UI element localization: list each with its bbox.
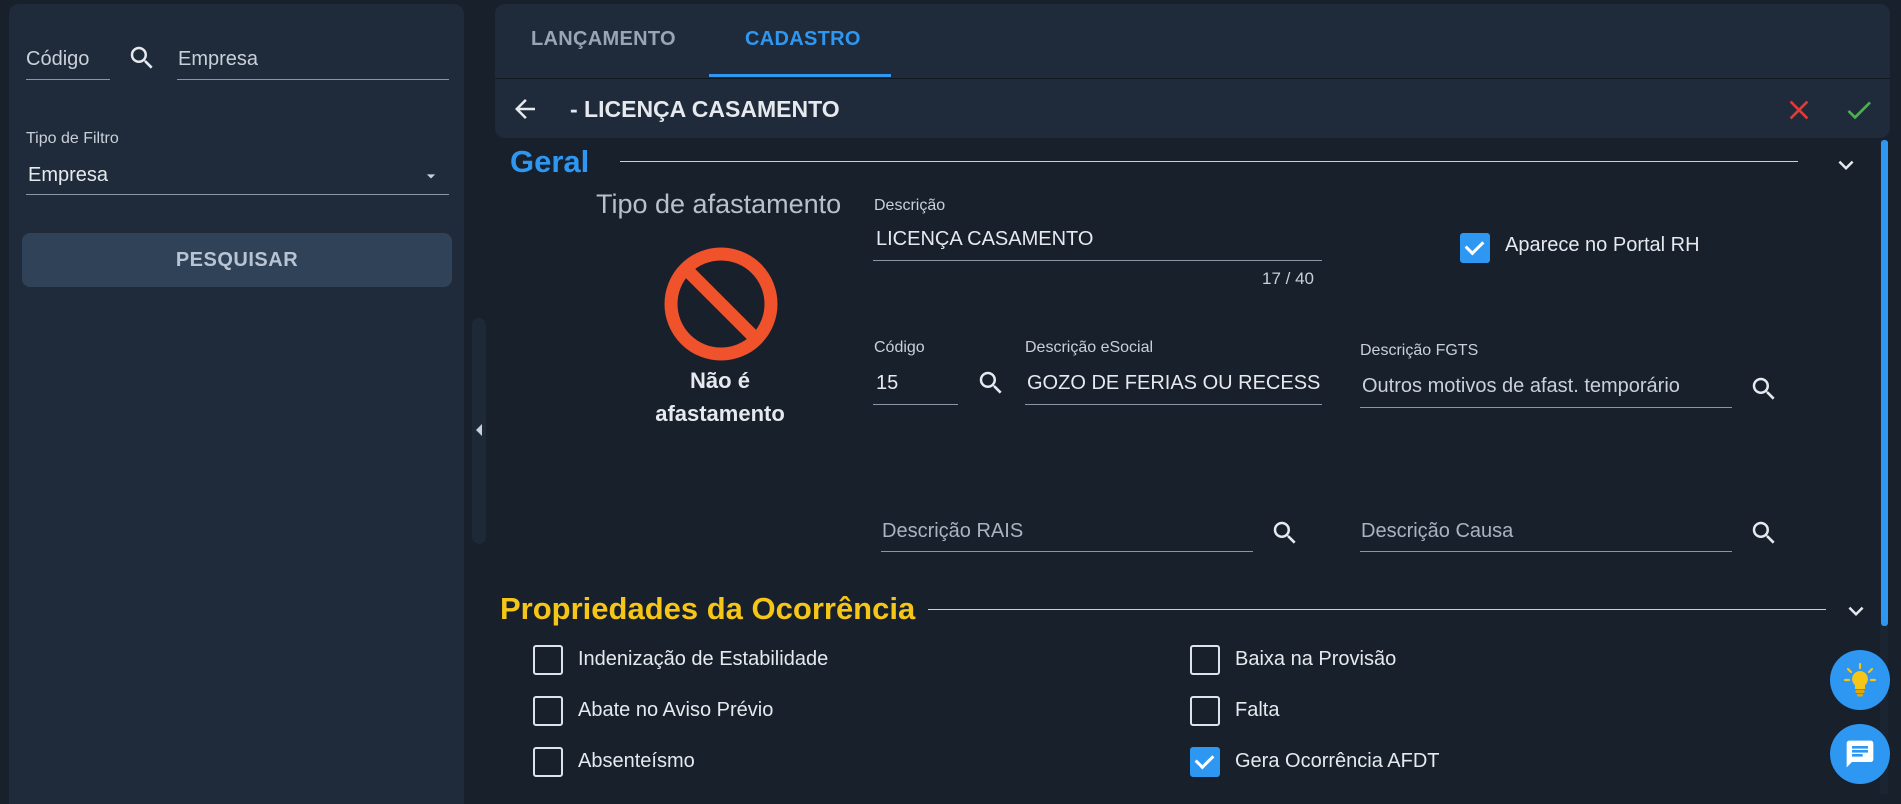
rais-underline <box>881 551 1253 552</box>
tipo-afastamento-line2: afastamento <box>655 401 785 426</box>
scrollbar-thumb[interactable] <box>1881 140 1888 626</box>
panel-splitter[interactable] <box>472 318 486 544</box>
close-icon[interactable] <box>1783 94 1815 126</box>
filter-panel <box>9 4 464 804</box>
label-falta: Falta <box>1235 699 1280 721</box>
tipo-filtro-value: Empresa <box>28 164 109 186</box>
fgts-label: Descrição FGTS <box>1360 342 1479 359</box>
chevron-down-icon[interactable] <box>1831 150 1861 180</box>
label-absenteismo: Absenteísmo <box>578 750 695 772</box>
causa-search-icon[interactable] <box>1749 518 1779 548</box>
checkbox-indenizacao[interactable] <box>533 645 563 675</box>
checkbox-gera-afdt[interactable] <box>1190 747 1220 777</box>
fgts-input[interactable]: Outros motivos de afast. temporário <box>1362 375 1726 398</box>
label-indenizacao: Indenização de Estabilidade <box>578 648 829 670</box>
esocial-underline <box>1025 404 1322 405</box>
tipo-filtro-select[interactable]: Empresa <box>26 158 449 194</box>
record-title: - LICENÇA CASAMENTO <box>570 96 840 122</box>
checkbox-abate-aviso[interactable] <box>533 696 563 726</box>
active-tab-indicator <box>709 74 891 77</box>
fgts-search-icon[interactable] <box>1749 374 1779 404</box>
rais-search-icon[interactable] <box>1270 518 1300 548</box>
section-title-geral: Geral <box>510 144 590 179</box>
esocial-input[interactable]: GOZO DE FERIAS OU RECESSO - AFASTAMENTO <box>1027 372 1320 395</box>
codigo-label: Código <box>874 339 925 356</box>
back-arrow-icon[interactable] <box>510 94 540 124</box>
chat-button[interactable] <box>1830 724 1890 784</box>
label-gera-afdt: Gera Ocorrência AFDT <box>1235 750 1440 772</box>
rais-input[interactable]: Descrição RAIS <box>882 520 1023 543</box>
descricao-counter: 17 / 40 <box>1262 269 1314 288</box>
section-divider-geral <box>620 161 1798 162</box>
collapse-arrow-icon[interactable] <box>474 422 484 438</box>
fgts-underline <box>1360 407 1732 408</box>
pesquisar-button[interactable]: PESQUISAR <box>22 233 452 287</box>
portal-rh-label: Aparece no Portal RH <box>1505 234 1700 256</box>
codigo-filter-underline <box>26 79 110 80</box>
codigo-underline <box>873 404 958 405</box>
chat-icon <box>1846 740 1874 768</box>
causa-underline <box>1360 551 1732 552</box>
chevron-down-icon[interactable] <box>1841 596 1871 626</box>
tipo-afastamento-label: Tipo de afastamento <box>596 189 842 219</box>
forbidden-icon <box>664 247 778 361</box>
label-abate-aviso: Abate no Aviso Prévio <box>578 699 774 721</box>
checkbox-absenteismo[interactable] <box>533 747 563 777</box>
empresa-filter-underline <box>177 79 449 80</box>
descricao-underline <box>873 260 1322 261</box>
empresa-filter-input[interactable]: Empresa <box>178 48 258 71</box>
esocial-label: Descrição eSocial <box>1025 339 1154 356</box>
section-divider-propriedades <box>928 609 1826 610</box>
codigo-input[interactable]: 15 <box>876 372 956 395</box>
checkbox-falta[interactable] <box>1190 696 1220 726</box>
codigo-filter-input[interactable]: Código <box>26 48 89 71</box>
checkbox-baixa-provisao[interactable] <box>1190 645 1220 675</box>
lightbulb-icon <box>1843 662 1877 697</box>
label-baixa-provisao: Baixa na Provisão <box>1235 648 1397 670</box>
tipo-afastamento-value: Não é afastamento <box>620 364 820 430</box>
tab-cadastro[interactable]: CADASTRO <box>745 28 861 51</box>
tips-button[interactable] <box>1830 650 1890 710</box>
confirm-check-icon[interactable] <box>1843 94 1875 126</box>
dropdown-arrow-icon <box>426 174 436 179</box>
section-title-propriedades: Propriedades da Ocorrência <box>500 591 916 626</box>
codigo-search-icon[interactable] <box>976 368 1006 398</box>
portal-rh-checkbox[interactable] <box>1460 233 1490 263</box>
descricao-input[interactable]: LICENÇA CASAMENTO <box>876 228 1316 251</box>
header-divider <box>495 78 1890 79</box>
tab-lancamento[interactable]: LANÇAMENTO <box>531 28 676 51</box>
search-icon[interactable] <box>127 43 157 73</box>
tipo-afastamento-line1: Não é <box>690 368 750 393</box>
tipo-filtro-label: Tipo de Filtro <box>26 130 119 147</box>
descricao-label: Descrição <box>874 197 946 214</box>
causa-input[interactable]: Descrição Causa <box>1361 520 1513 543</box>
tipo-filtro-underline <box>26 194 449 195</box>
